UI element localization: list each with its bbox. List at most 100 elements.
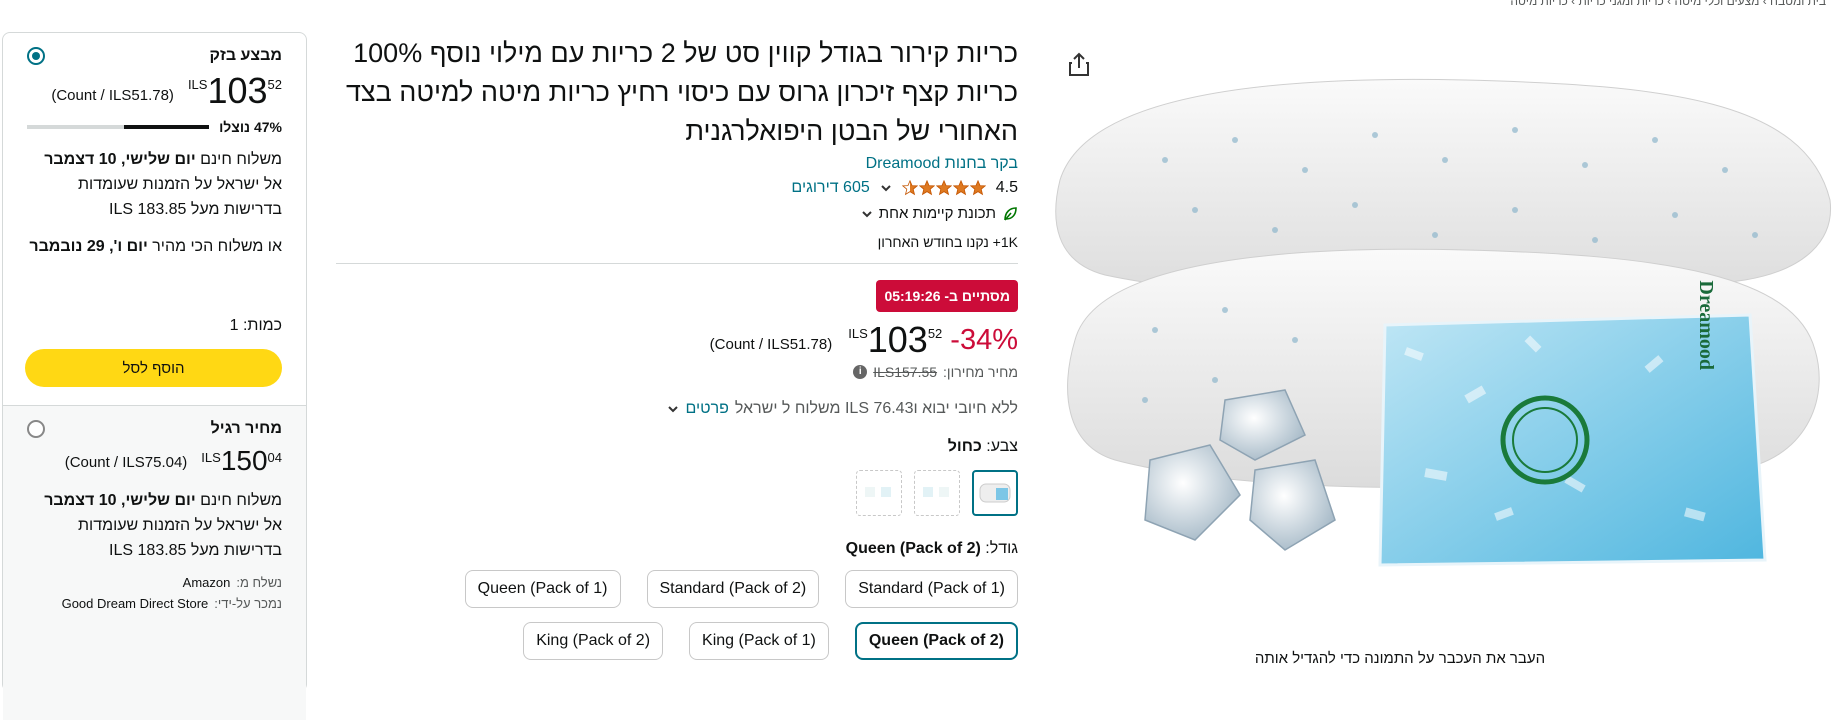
delivery-line2: אל ישראל על הזמנות שעומדות	[78, 517, 282, 534]
delivery-prefix: משלוח חינם	[195, 492, 282, 509]
color-swatch-blue[interactable]	[972, 470, 1018, 516]
breadcrumb[interactable]: בית ומטבח › מצעים וכלי מיטה › כריות ומגנ…	[1510, 0, 1826, 8]
ships-from-label: נשלח מ:	[236, 575, 282, 590]
deal-price-fraction: 52	[267, 77, 282, 92]
deal-price-currency: ILS	[187, 77, 208, 92]
color-swatches	[336, 470, 1018, 516]
color-row: צבע: כחול	[336, 438, 1018, 456]
size-label: גודל:	[985, 540, 1018, 557]
deal-unit-price: (Count / ILS51.78)	[51, 87, 174, 104]
sold-by-label: נמכר על-ידי:	[214, 596, 282, 611]
list-price-label: מחיר מחירון:	[943, 364, 1018, 380]
deal-delivery-info: משלוח חינם יום שלישי, 10 דצמבר אל ישראל …	[27, 147, 282, 222]
regular-price-whole: 150	[220, 445, 268, 476]
regular-price-fraction: 04	[267, 450, 282, 465]
deal-claimed-fill	[123, 125, 210, 129]
delivery-line2: אל ישראל על הזמנות שעומדות	[78, 176, 282, 193]
list-price: ILS157.55	[873, 364, 938, 380]
sold-by-row: נמכר על-ידי: Good Dream Direct Store	[27, 596, 282, 611]
store-link[interactable]: בקר בחנות Dreamood	[336, 155, 1018, 173]
climate-pledge-row[interactable]: תכונת קיימות אחת	[336, 205, 1018, 222]
ratings-count-link[interactable]: 605 דירוגים	[791, 179, 869, 197]
regular-delivery-info: משלוח חינם יום שלישי, 10 דצמבר אל ישראל …	[27, 488, 282, 563]
regular-unit-price: (Count / ILS75.04)	[64, 454, 188, 471]
product-main-image[interactable]: Dreamood	[1045, 40, 1834, 600]
regular-option-radio[interactable]	[27, 420, 45, 438]
size-option-standard-1[interactable]: Standard (Pack of 1)	[845, 570, 1018, 608]
size-value: Queen (Pack of 2)	[845, 540, 981, 557]
price-fraction: 52	[927, 326, 943, 341]
fastest-prefix: או משלוח הכי מהיר	[147, 238, 282, 255]
size-option-queen-1[interactable]: Queen (Pack of 1)	[464, 570, 621, 608]
chevron-down-icon[interactable]	[667, 403, 679, 415]
delivery-prefix: משלוח חינם	[195, 151, 282, 168]
deal-timer-badge: מסתיים ב- 05:19:26	[876, 280, 1018, 312]
regular-option-price-row: ILS 150 04 (Count / ILS75.04)	[27, 446, 282, 476]
buy-box: מבצע בזק ILS 103 52 (Count / ILS51.78) 4…	[2, 32, 307, 720]
deal-option-radio[interactable]	[27, 47, 45, 65]
rating-value: 4.5	[995, 179, 1018, 196]
deal-price-whole: 103	[207, 70, 268, 111]
color-swatch-2[interactable]	[914, 470, 960, 516]
star-full-icon	[952, 180, 969, 196]
fastest-date: יום ו', 29 נובמבר	[29, 238, 148, 255]
price: ILS 103 52	[846, 322, 942, 358]
delivery-date: יום שלישי, 10 דצמבר	[44, 151, 196, 168]
shipping-details-link[interactable]: פרטים	[685, 400, 728, 418]
quantity-selector[interactable]: כמות: 1	[27, 317, 282, 335]
regular-option-price: ILS 150 04	[199, 446, 282, 476]
price-currency: ILS	[848, 326, 868, 341]
leaf-icon	[1004, 206, 1017, 221]
color-swatch-3[interactable]	[856, 470, 902, 516]
shipping-text: ללא חיובי יבוא ו76.43 ILS משלוח ל ישראל	[734, 400, 1018, 417]
deal-option-price-row: ILS 103 52 (Count / ILS51.78)	[27, 73, 282, 109]
image-hover-hint: העבר את העכבר על התמונה כדי להגדיל אותה	[1254, 650, 1546, 667]
size-option-standard-2[interactable]: Standard (Pack of 2)	[646, 570, 820, 608]
deal-option-label: מבצע בזק	[209, 47, 282, 64]
info-icon[interactable]: i	[853, 365, 868, 379]
delivery-line3: בדרישות מעל 183.85 ILS	[109, 542, 282, 559]
product-title: כריות קירור בגודל קווין סט של 2 כריות עם…	[345, 38, 1018, 146]
sold-by-link[interactable]: Good Dream Direct Store	[62, 596, 209, 611]
regular-option[interactable]: מחיר רגיל ILS 150 04 (Count / ILS75.04) …	[3, 406, 306, 720]
import-shipping-row: ללא חיובי יבוא ו76.43 ILS משלוח ל ישראל …	[336, 400, 1018, 418]
star-full-icon	[935, 180, 952, 196]
ships-from-row: נשלח מ: Amazon	[27, 575, 282, 590]
color-value: כחול	[947, 438, 982, 455]
divider	[336, 263, 1018, 264]
fastest-delivery: או משלוח הכי מהיר יום ו', 29 נובמבר	[27, 234, 282, 259]
star-full-icon	[918, 180, 935, 196]
price-row: -34% ILS 103 52 (Count / ILS51.78)	[336, 322, 1018, 358]
discount-percent: -34%	[950, 324, 1018, 356]
size-option-queen-2[interactable]: Queen (Pack of 2)	[854, 622, 1018, 660]
bag-brand-text: Dreamood	[1695, 280, 1717, 370]
chevron-down-icon	[862, 210, 872, 217]
list-price-row: מחיר מחירון: ILS157.55 i	[336, 364, 1018, 380]
size-option-king-2[interactable]: King (Pack of 2)	[523, 622, 664, 660]
deal-claimed-row: 47% נוצלו	[27, 119, 282, 135]
rating-row: 4.5 605 דירוגים	[336, 179, 1018, 197]
color-label: צבע:	[986, 438, 1018, 455]
ships-from-value: Amazon	[182, 575, 231, 590]
deal-claimed-label: 47% נוצלו	[219, 119, 282, 135]
product-details: כריות קירור בגודל קווין סט של 2 כריות עם…	[336, 34, 1018, 660]
star-half-icon	[901, 180, 918, 196]
delivery-line3: בדרישות מעל 183.85 ILS	[109, 201, 282, 218]
size-row: גודל: Queen (Pack of 2)	[336, 540, 1018, 558]
size-options: Standard (Pack of 1) Standard (Pack of 2…	[336, 570, 1018, 660]
price-whole: 103	[867, 319, 928, 360]
add-to-cart-button[interactable]: הוסף לסל	[25, 349, 282, 387]
climate-feature-label: תכונת קיימות אחת	[878, 205, 996, 222]
deal-claimed-bar	[27, 125, 210, 129]
chevron-down-icon[interactable]	[880, 182, 892, 194]
delivery-date: יום שלישי, 10 דצמבר	[44, 492, 196, 509]
star-full-icon	[969, 180, 986, 196]
regular-option-label: מחיר רגיל	[210, 420, 282, 437]
deal-option[interactable]: מבצע בזק ILS 103 52 (Count / ILS51.78) 4…	[3, 33, 306, 387]
regular-price-currency: ILS	[201, 450, 221, 465]
unit-price: (Count / ILS51.78)	[709, 336, 833, 353]
rating-stars[interactable]	[901, 180, 986, 196]
bought-recently: 1K+ נקנו בחודש האחרון	[877, 234, 1018, 250]
deal-option-price: ILS 103 52	[186, 73, 282, 109]
size-option-king-1[interactable]: King (Pack of 1)	[689, 622, 829, 660]
